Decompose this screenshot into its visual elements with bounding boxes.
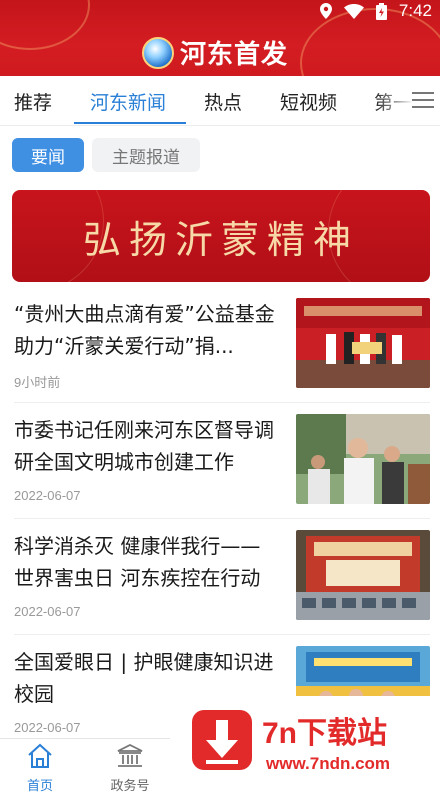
news-item[interactable]: “贵州大曲点滴有爱”公益基金助力“沂蒙关爱行动”捐... 9小时前	[0, 298, 440, 416]
news-date: 2022-06-07	[14, 604, 81, 619]
app-title: 河东首发	[180, 40, 289, 70]
news-date: 2022-06-07	[14, 720, 81, 735]
status-time: 7:42	[398, 1, 432, 20]
government-building-icon	[117, 743, 143, 767]
news-thumbnail	[296, 298, 430, 388]
news-title: “贵州大曲点滴有爱”公益基金助力“沂蒙关爱行动”捐...	[14, 302, 275, 358]
header-decoration	[0, 0, 90, 50]
channel-menu-icon[interactable]	[412, 92, 434, 110]
location-icon	[319, 3, 332, 19]
download-arrow-icon	[192, 710, 252, 770]
tabs-fade	[374, 76, 414, 124]
wifi-icon	[343, 3, 364, 19]
home-icon	[28, 743, 52, 768]
news-thumbnail	[296, 530, 430, 620]
banner-text: 弘扬沂蒙精神	[82, 217, 359, 262]
logo-globe-icon	[142, 36, 174, 69]
news-divider	[14, 518, 430, 519]
news-title: 科学消杀灭 健康伴我行——世界害虫日 河东疾控在行动	[14, 534, 261, 590]
site-watermark: 7n下载站 www.7ndn.com	[170, 696, 440, 792]
news-title: 市委书记任刚来河东区督导调研全国文明城市创建工作	[14, 418, 274, 474]
tab-hedong-news[interactable]: 河东新闻	[90, 88, 166, 115]
news-thumbnail	[296, 414, 430, 504]
nav-home-label: 首页	[26, 779, 53, 792]
status-bar: 7:42	[319, 0, 432, 22]
tab-recommend[interactable]: 推荐	[14, 88, 52, 115]
subtab-topic-reports[interactable]: 主题报道	[92, 138, 200, 172]
app-logo: 河东首发	[142, 34, 288, 71]
active-tab-indicator	[74, 122, 186, 124]
news-divider	[14, 402, 430, 403]
battery-icon	[375, 2, 387, 20]
news-item[interactable]: 科学消杀灭 健康伴我行——世界害虫日 河东疾控在行动 2022-06-07	[0, 530, 440, 648]
app-header: 7:42 河东首发	[0, 0, 440, 76]
subtab-headlines[interactable]: 要闻	[12, 138, 84, 172]
nav-home[interactable]: 首页	[10, 743, 70, 792]
news-divider	[14, 634, 430, 635]
tab-short-video[interactable]: 短视频	[280, 88, 337, 115]
nav-government[interactable]: 政务号	[100, 743, 160, 792]
news-item[interactable]: 市委书记任刚来河东区督导调研全国文明城市创建工作 2022-06-07	[0, 414, 440, 532]
watermark-url: www.7ndn.com	[266, 754, 391, 773]
watermark-title: 7n下载站	[262, 717, 388, 750]
news-date: 9小时前	[14, 375, 61, 390]
tab-hot[interactable]: 热点	[204, 88, 242, 115]
news-date: 2022-06-07	[14, 488, 81, 503]
category-tabs: 推荐 河东新闻 热点 短视频 第一	[0, 76, 440, 126]
nav-government-label: 政务号	[110, 779, 150, 792]
promo-banner[interactable]: 弘扬沂蒙精神	[12, 190, 430, 282]
